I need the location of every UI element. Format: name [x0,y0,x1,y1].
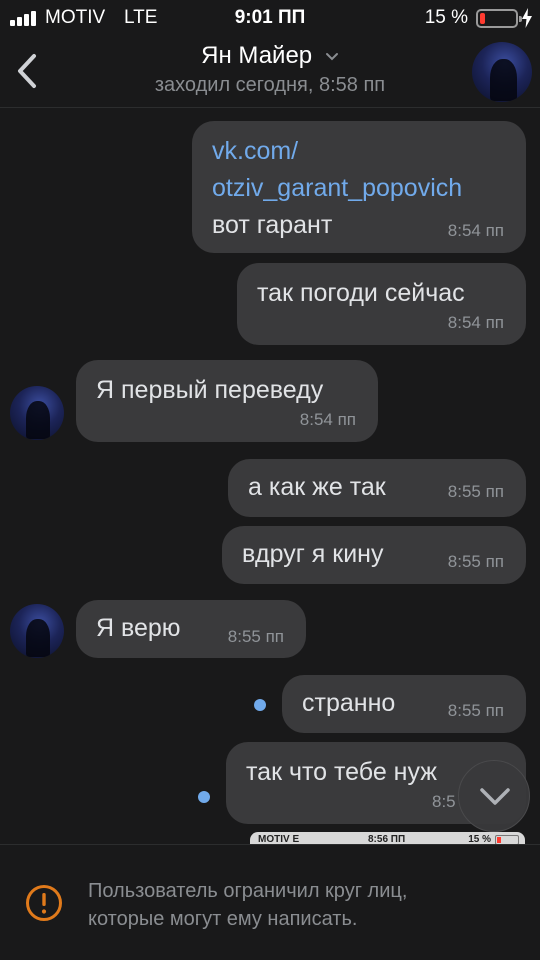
preview-carrier: MOTIV E [258,834,300,844]
message-time: 8:55 пп [227,627,284,646]
contact-name-button[interactable]: Ян Майер [0,42,540,70]
chevron-down-icon [480,788,510,805]
message-bubble-outgoing[interactable]: вдруг я кину 8:55 пп [222,526,526,584]
restriction-line: которые могут ему написать. [88,908,358,930]
avatar-figure [26,401,51,439]
attached-screenshot-preview[interactable]: MOTIV E 8:56 ПП 15 % [250,832,525,844]
contact-name: Ян Майер [201,42,313,69]
battery-percent: 15 % [424,7,468,28]
message-time: 8:55 пп [447,482,504,501]
scroll-down-button[interactable] [458,760,530,832]
sender-avatar[interactable] [10,604,64,658]
preview-time: 8:56 ПП [368,834,406,844]
battery-icon [476,9,522,28]
message-bubble-incoming[interactable]: Я первый переведу 8:54 пп [76,360,378,442]
contact-avatar[interactable] [472,42,532,102]
message-link[interactable]: vk.com/ [212,133,506,170]
message-time: 8:54 пп [447,221,504,240]
message-time: 8:54 пп [447,313,504,332]
preview-battery: 15 % [468,834,491,844]
message-link-continued[interactable]: otziv_garant_popovich [212,170,506,207]
write-restriction-notice: Пользователь ограничил круг лиц, которые… [0,844,540,960]
message-time: 8:55 пп [447,552,504,571]
message-time: 8:5 [432,792,456,811]
last-seen-status: заходил сегодня, 8:58 пп [154,74,386,96]
status-bar: MOTIV LTE 9:01 ПП 15 % [0,0,540,36]
avatar-figure [26,619,51,657]
exclamation-circle-icon [26,885,62,921]
message-bubble-incoming[interactable]: Я верю 8:55 пп [76,600,306,658]
message-bubble-outgoing[interactable]: а как же так 8:55 пп [228,459,526,517]
battery-level [480,13,485,24]
preview-battery-icon [495,835,519,844]
restriction-message: Пользователь ограничил круг лиц, которые… [88,877,518,933]
message-time: 8:55 пп [447,701,504,720]
message-bubble-outgoing[interactable]: vk.com/ otziv_garant_popovich вот гарант… [192,121,526,253]
avatar-figure [490,58,517,101]
chat-header: Ян Майер заходил сегодня, 8:58 пп [0,36,540,108]
message-text: так погоди сейчас [257,279,465,307]
unread-indicator [198,791,210,803]
message-bubble-outgoing[interactable]: так погоди сейчас 8:54 пп [237,263,526,345]
chevron-down-icon [325,52,338,61]
message-list[interactable]: vk.com/ otziv_garant_popovich вот гарант… [0,108,540,844]
message-time: 8:54 пп [299,410,356,429]
charging-icon [522,8,532,28]
message-text: Я первый переведу [96,376,324,404]
unread-indicator [254,699,266,711]
message-bubble-outgoing[interactable]: странно 8:55 пп [282,675,526,733]
sender-avatar[interactable] [10,386,64,440]
restriction-line: Пользователь ограничил круг лиц, [88,880,408,902]
